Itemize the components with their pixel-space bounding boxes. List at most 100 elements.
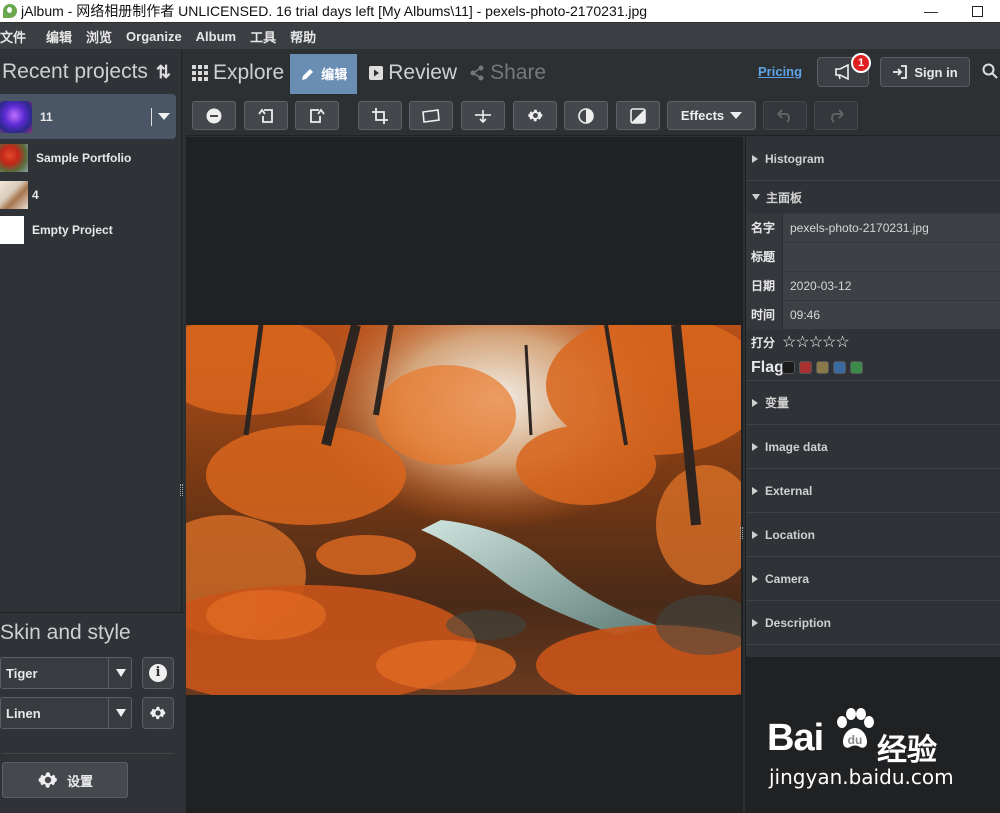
sign-in-button[interactable]: Sign in	[880, 57, 970, 87]
field-label: 时间	[751, 308, 776, 322]
field-rating: 打分 ☆☆☆☆☆	[746, 329, 1000, 355]
image-viewer[interactable]	[186, 137, 743, 813]
straighten-button[interactable]	[409, 101, 453, 130]
left-splitter-handle[interactable]	[180, 484, 183, 496]
project-thumbnail	[0, 215, 24, 244]
rotate-right-button[interactable]	[295, 101, 339, 130]
crop-button[interactable]	[358, 101, 402, 130]
menu-browse[interactable]: 浏览	[86, 27, 120, 46]
notification-badge: 1	[851, 53, 871, 73]
field-label: 日期	[751, 279, 776, 293]
title-field[interactable]	[782, 242, 1000, 271]
flag-red[interactable]	[799, 361, 812, 374]
project-item-11[interactable]: 11	[0, 94, 176, 139]
flag-blue[interactable]	[833, 361, 846, 374]
window-title: jAlbum - 网络相册制作者 UNLICENSED. 16 trial da…	[21, 3, 648, 19]
settings-button[interactable]: 设置	[2, 762, 128, 798]
project-item-4[interactable]: 4	[0, 177, 181, 212]
tab-explore[interactable]: Explore	[186, 51, 290, 95]
watermark-brand-left: Bai	[767, 717, 824, 759]
tab-edit-label: 编辑	[321, 67, 348, 82]
tab-review[interactable]: Review	[363, 51, 463, 95]
fix-button[interactable]	[461, 101, 505, 130]
maximize-button[interactable]	[954, 0, 1000, 22]
section-location[interactable]: Location	[746, 513, 1000, 557]
skin-info-button[interactable]: i	[142, 657, 174, 689]
chevron-down-icon	[730, 112, 743, 119]
sort-icon[interactable]: ⇅	[156, 62, 171, 83]
recent-projects-title: Recent projects	[2, 60, 148, 83]
pricing-link[interactable]: Pricing	[758, 64, 802, 79]
remove-button[interactable]	[192, 101, 236, 130]
adjust-settings-button[interactable]	[513, 101, 557, 130]
maximize-icon	[971, 5, 983, 17]
undo-button[interactable]	[763, 101, 807, 130]
project-item-empty-project[interactable]: Empty Project	[0, 212, 181, 247]
section-main-panel[interactable]: 主面板	[746, 181, 1000, 213]
flag-black[interactable]	[782, 361, 795, 374]
window-titlebar: jAlbum - 网络相册制作者 UNLICENSED. 16 trial da…	[0, 0, 1000, 22]
menu-help[interactable]: 帮助	[290, 27, 324, 46]
tab-share[interactable]: Share	[463, 51, 552, 95]
section-variables[interactable]: 变量	[746, 381, 1000, 425]
project-item-sample-portfolio[interactable]: Sample Portfolio	[0, 139, 181, 177]
style-select[interactable]: Linen	[0, 697, 132, 729]
skin-style-title: Skin and style	[0, 621, 131, 644]
section-histogram[interactable]: Histogram	[746, 137, 1000, 181]
megaphone-icon	[835, 64, 849, 80]
section-label: Histogram	[765, 151, 825, 166]
gear-icon	[38, 772, 57, 788]
skin-select-value: Tiger	[6, 665, 38, 681]
share-icon	[470, 65, 484, 80]
rotate-left-button[interactable]	[244, 101, 288, 130]
style-settings-button[interactable]	[142, 697, 174, 729]
right-splitter-handle[interactable]	[740, 527, 743, 539]
menu-file[interactable]: 文件	[0, 27, 34, 46]
main-nav: Explore 编辑 Review Share Pricing 1 Sign i…	[186, 50, 1000, 95]
section-image-data[interactable]: Image data	[746, 425, 1000, 469]
flag-yellow[interactable]	[816, 361, 829, 374]
section-external[interactable]: External	[746, 469, 1000, 513]
tab-edit[interactable]: 编辑	[290, 53, 358, 94]
info-icon: i	[149, 664, 167, 682]
skin-style-panel: Skin and style Tiger i Linen 设置	[0, 612, 185, 813]
straighten-icon	[422, 108, 440, 123]
section-description[interactable]: Description	[746, 601, 1000, 645]
search-button[interactable]	[982, 63, 998, 84]
flag-green[interactable]	[850, 361, 863, 374]
project-thumbnail	[0, 100, 32, 133]
time-field[interactable]: 09:46	[782, 300, 1000, 329]
crop-icon	[372, 107, 388, 124]
name-field[interactable]: pexels-photo-2170231.jpg	[782, 213, 1000, 242]
menu-tools[interactable]: 工具	[250, 27, 284, 46]
menu-organize[interactable]: Organize	[126, 29, 190, 44]
image-adjust-button[interactable]	[616, 101, 660, 130]
field-label: 名字	[751, 221, 776, 235]
menu-edit[interactable]: 编辑	[46, 27, 80, 46]
photo-autumn-forest[interactable]	[186, 325, 741, 695]
expand-arrow-icon	[752, 154, 758, 163]
date-field[interactable]: 2020-03-12	[782, 271, 1000, 300]
effects-label: Effects	[680, 108, 725, 123]
expand-arrow-icon	[752, 398, 758, 407]
project-dropdown-button[interactable]	[151, 94, 176, 139]
redo-button[interactable]	[814, 101, 858, 130]
minimize-button[interactable]: —	[908, 0, 954, 22]
grid-icon	[192, 64, 208, 81]
section-camera[interactable]: Camera	[746, 557, 1000, 601]
sign-in-icon	[893, 65, 908, 79]
section-label: 主面板	[766, 190, 803, 205]
menu-album[interactable]: Album	[196, 29, 244, 44]
menu-bar: 文件 编辑 浏览 Organize Album 工具 帮助	[0, 23, 1000, 49]
skin-select[interactable]: Tiger	[0, 657, 132, 689]
effects-button[interactable]: Effects	[667, 101, 756, 130]
field-name: 名字 pexels-photo-2170231.jpg	[746, 213, 1000, 242]
field-label: Flag	[751, 358, 784, 376]
recent-projects-header: Recent projects ⇅	[0, 50, 181, 94]
play-icon	[369, 65, 384, 80]
paw-logo-icon: du	[837, 708, 874, 748]
fix-icon	[475, 109, 491, 123]
rating-stars[interactable]: ☆☆☆☆☆	[782, 332, 850, 352]
contrast-button[interactable]	[564, 101, 608, 130]
tab-explore-label: Explore	[213, 60, 285, 84]
